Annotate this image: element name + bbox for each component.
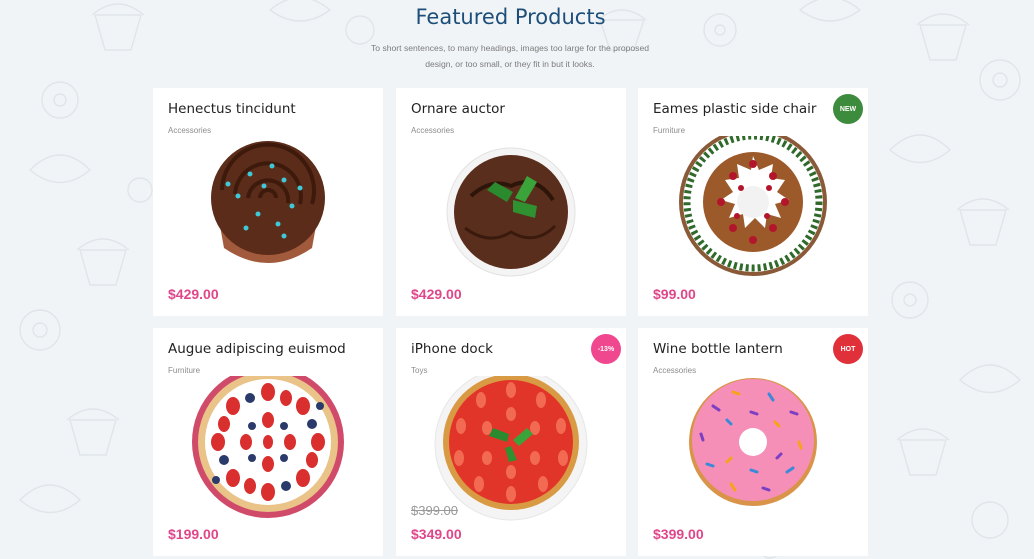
product-name[interactable]: Henectus tincidunt (168, 101, 296, 117)
product-price: $199.00 (168, 526, 219, 542)
chocolate-cupcake-image[interactable] (188, 136, 348, 286)
product-old-price: $399.00 (411, 503, 458, 518)
product-category[interactable]: Toys (411, 366, 427, 375)
product-card[interactable]: Augue adipiscing euismod Furniture $199.… (153, 328, 383, 556)
hot-badge: HOT (833, 334, 863, 364)
bundt-cake-image[interactable] (673, 136, 833, 286)
section-title: Featured Products (415, 5, 606, 29)
chocolate-muffin-image[interactable] (431, 136, 591, 286)
product-name[interactable]: iPhone dock (411, 341, 493, 357)
product-card[interactable]: Eames plastic side chair Furniture NEW $… (638, 88, 868, 316)
product-price: $99.00 (653, 286, 696, 302)
product-category[interactable]: Accessories (411, 126, 454, 135)
product-price: $399.00 (653, 526, 704, 542)
product-category[interactable]: Accessories (168, 126, 211, 135)
product-card[interactable]: iPhone dock Toys -13% $399.00 $349.00 (396, 328, 626, 556)
product-name[interactable]: Ornare auctor (411, 101, 505, 117)
discount-badge: -13% (591, 334, 621, 364)
berry-tart-image[interactable] (188, 376, 348, 526)
product-card[interactable]: Wine bottle lantern Accessories HOT $399… (638, 328, 868, 556)
product-name[interactable]: Eames plastic side chair (653, 101, 816, 117)
product-category[interactable]: Accessories (653, 366, 696, 375)
section-subtitle: To short sentences, to many headings, im… (370, 43, 650, 69)
product-name[interactable]: Wine bottle lantern (653, 341, 783, 357)
pink-donut-image[interactable] (673, 376, 833, 526)
product-card[interactable]: Henectus tincidunt Accessories $429.00 (153, 88, 383, 316)
product-price: $429.00 (168, 286, 219, 302)
product-category[interactable]: Furniture (168, 366, 200, 375)
product-card[interactable]: Ornare auctor Accessories $429.00 (396, 88, 626, 316)
product-category[interactable]: Furniture (653, 126, 685, 135)
product-price: $349.00 (411, 526, 462, 542)
product-price: $429.00 (411, 286, 462, 302)
new-badge: NEW (833, 94, 863, 124)
product-name[interactable]: Augue adipiscing euismod (168, 341, 346, 357)
